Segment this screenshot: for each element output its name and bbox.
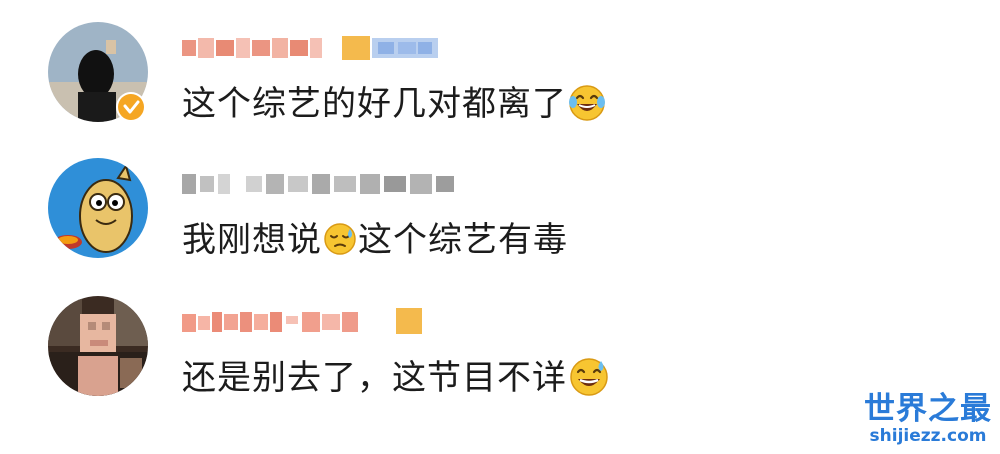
avatar[interactable] [48, 158, 148, 258]
avatar-person-photo-icon [48, 296, 148, 396]
comment-text-main: 我刚想说 [182, 220, 322, 260]
username-blurred[interactable] [182, 306, 432, 338]
username-blurred[interactable] [182, 32, 442, 64]
comment-text-main: 这个综艺的好几对都离了 [182, 84, 567, 124]
avatar[interactable] [48, 296, 148, 396]
watermark-url: shijiezz.com [869, 426, 987, 446]
sweat-face-emoji-icon [322, 221, 358, 257]
comment-item: 还是别去了，这节目不详 [0, 288, 1000, 418]
username-blurred[interactable] [182, 168, 462, 200]
verified-badge-icon [116, 92, 146, 122]
comment-text-tail: 这个综艺有毒 [358, 220, 568, 260]
site-watermark: 世界之最 shijiezz.com [864, 392, 992, 446]
comment-text: 我刚想说 这个综艺有毒 [182, 218, 568, 262]
comment-text-main: 还是别去了，这节目不详 [182, 358, 567, 398]
comment-text: 还是别去了，这节目不详 [182, 356, 611, 400]
comment-item: 我刚想说 这个综艺有毒 [0, 150, 1000, 280]
watermark-title: 世界之最 [864, 391, 992, 427]
comment-item: 这个综艺的好几对都离了 [0, 14, 1000, 144]
laughing-with-tears-emoji-icon [567, 83, 607, 123]
avatar-cartoon-character-icon [48, 158, 148, 258]
grinning-sweat-emoji-icon [567, 355, 611, 399]
comment-text: 这个综艺的好几对都离了 [182, 82, 607, 126]
